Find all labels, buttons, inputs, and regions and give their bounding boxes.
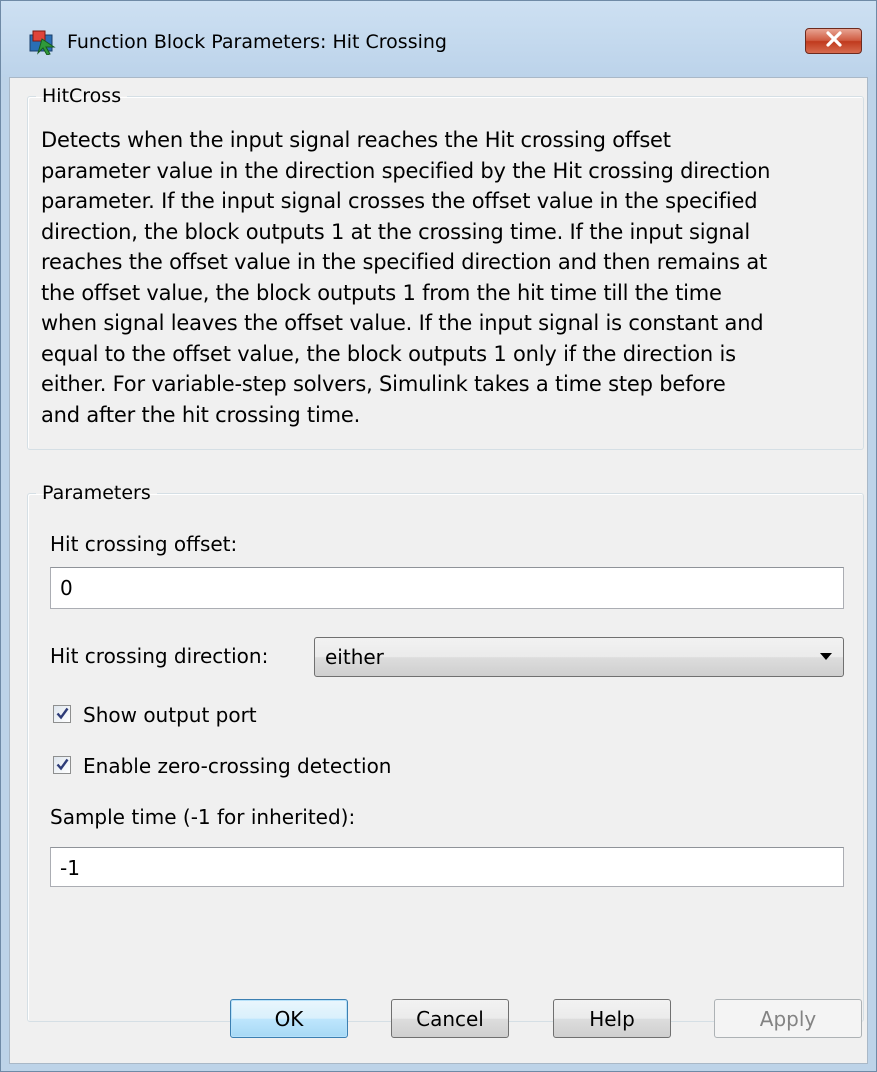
- direction-select[interactable]: either: [314, 637, 844, 677]
- zero-crossing-checkbox[interactable]: [53, 756, 71, 774]
- zero-crossing-label[interactable]: Enable zero-crossing detection: [83, 754, 392, 778]
- parameters-legend: Parameters: [42, 482, 151, 504]
- direction-label: Hit crossing direction:: [50, 644, 269, 668]
- dialog-window: Function Block Parameters: Hit Crossing …: [0, 0, 877, 1072]
- sample-time-input[interactable]: -1: [50, 847, 844, 887]
- offset-label: Hit crossing offset:: [50, 532, 238, 556]
- show-output-port-checkbox[interactable]: [53, 705, 71, 723]
- sample-time-label: Sample time (-1 for inherited):: [50, 805, 356, 829]
- direction-selected-value: either: [325, 645, 384, 669]
- window-title: Function Block Parameters: Hit Crossing: [67, 31, 447, 53]
- close-icon: [825, 31, 843, 51]
- block-description: Detects when the input signal reaches th…: [41, 128, 771, 427]
- checkmark-icon: [56, 707, 69, 720]
- parameters-group: Parameters: [27, 482, 864, 1022]
- chevron-down-icon[interactable]: [820, 653, 832, 660]
- apply-button[interactable]: Apply: [714, 999, 862, 1038]
- offset-input[interactable]: 0: [50, 567, 844, 609]
- dialog-body: HitCross Detects when the input signal r…: [9, 77, 868, 1064]
- close-button[interactable]: [805, 28, 862, 54]
- title-bar[interactable]: Function Block Parameters: Hit Crossing: [1, 1, 876, 77]
- help-button[interactable]: Help: [553, 999, 671, 1038]
- cancel-button[interactable]: Cancel: [391, 999, 509, 1038]
- simulink-block-icon: [28, 29, 58, 56]
- ok-button[interactable]: OK: [230, 999, 348, 1038]
- checkmark-icon: [56, 758, 69, 771]
- description-group: HitCross Detects when the input signal r…: [27, 85, 864, 450]
- show-output-port-label[interactable]: Show output port: [83, 703, 257, 727]
- description-legend: HitCross: [42, 85, 122, 107]
